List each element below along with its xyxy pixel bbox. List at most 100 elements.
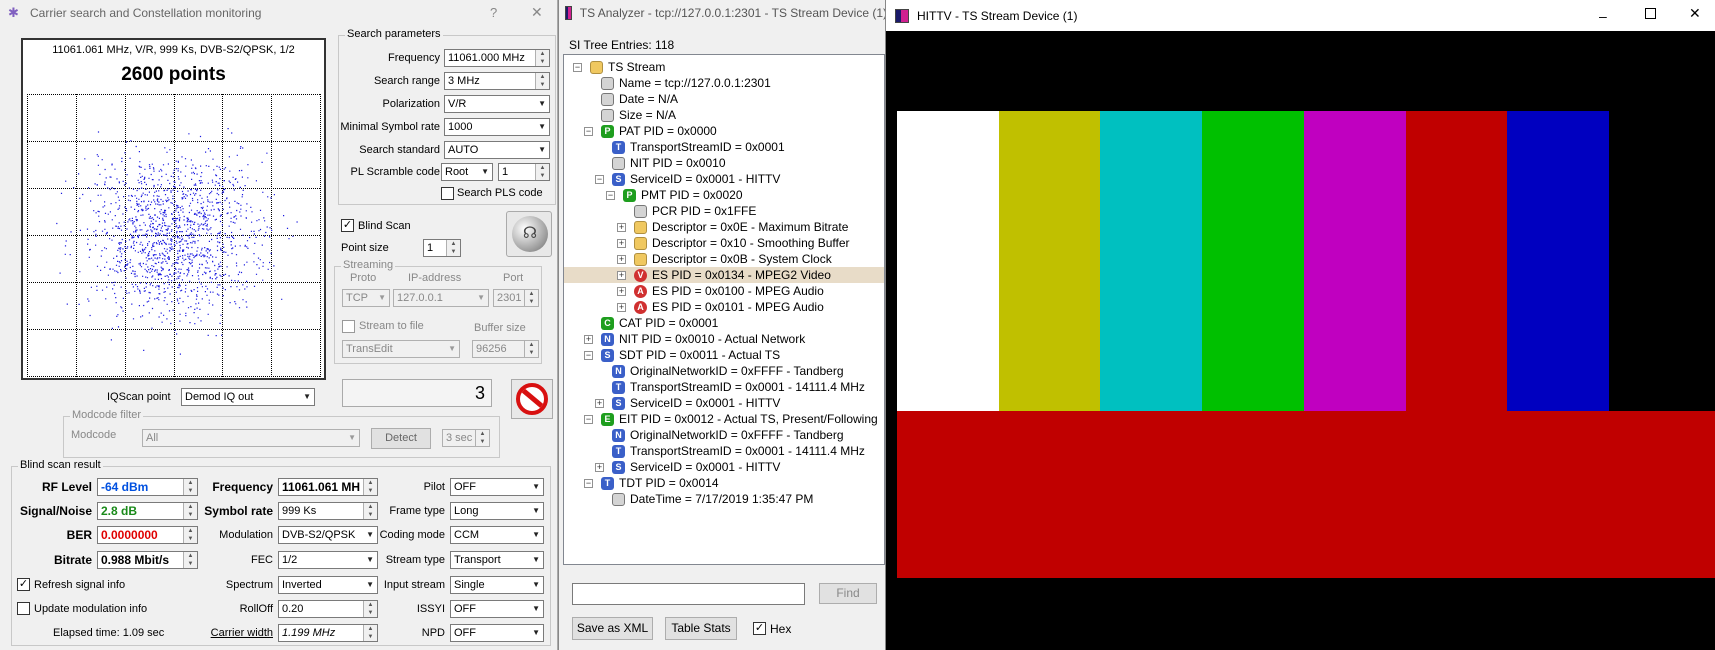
find-input[interactable] [572,583,805,605]
fec-select[interactable]: 1/2 [278,551,378,569]
expand-toggle[interactable]: + [595,463,604,472]
tree-node[interactable]: TS Stream [590,59,665,75]
port-input[interactable]: 2301 [493,289,539,307]
tree-node[interactable]: Descriptor = 0x0B - System Clock [634,251,832,267]
tree-node[interactable]: NIT PID = 0x0010 [612,155,726,171]
expand-toggle[interactable]: + [617,223,626,232]
modulation-select[interactable]: DVB-S2/QPSK [278,526,378,544]
tree-node[interactable]: T TDT PID = 0x0014 [601,475,719,491]
expand-toggle[interactable]: + [617,255,626,264]
table-stats-button[interactable]: Table Stats [665,617,737,640]
modcode-select[interactable]: All [142,429,360,447]
expand-toggle[interactable]: − [584,415,593,424]
tree-node-label: Descriptor = 0x10 - Smoothing Buffer [652,236,850,250]
buffer-size-input[interactable]: 96256 [472,340,539,358]
signal-noise-label: Signal/Noise [19,504,92,518]
refresh-signal-label: Refresh signal info [34,579,126,591]
stop-button[interactable] [511,379,553,419]
maximize-button[interactable] [1645,8,1656,19]
issyi-select[interactable]: OFF [450,600,544,618]
tree-node[interactable]: P PAT PID = 0x0000 [601,123,717,139]
stop-icon [516,383,548,415]
stream-type-select[interactable]: Transport [450,551,544,569]
coding-mode-select[interactable]: CCM [450,526,544,544]
stream-to-file-checkbox[interactable] [342,320,355,333]
min-symbol-rate-select[interactable]: 1000 [444,118,550,136]
iqscan-select[interactable]: Demod IQ out [181,388,315,406]
frequency-input[interactable]: 11061.000 MHz [444,49,550,67]
pilot-select[interactable]: OFF [450,478,544,496]
proto-select[interactable]: TCP [342,289,390,307]
tree-node[interactable]: E EIT PID = 0x0012 - Actual TS, Present/F… [601,411,878,427]
tree-node-label: ServiceID = 0x0001 - HITTV [630,396,781,410]
transedit-select[interactable]: TransEdit [342,340,460,358]
expand-toggle[interactable]: − [606,191,615,200]
expand-toggle[interactable]: − [573,63,582,72]
tree-node[interactable]: Date = N/A [601,91,678,107]
tree-node[interactable]: N NIT PID = 0x0010 - Actual Network [601,331,805,347]
tree-node[interactable]: S SDT PID = 0x0011 - Actual TS [601,347,780,363]
input-stream-select[interactable]: Single [450,576,544,594]
spectrum-select[interactable]: Inverted [278,576,378,594]
carrier-width-input[interactable]: 1.199 MHz [278,624,378,642]
expand-toggle[interactable]: + [584,335,593,344]
video-close-button[interactable]: ✕ [1689,5,1701,22]
tree-node[interactable]: Descriptor = 0x10 - Smoothing Buffer [634,235,850,251]
tree-node[interactable]: T TransportStreamID = 0x0001 [612,139,785,155]
npd-select[interactable]: OFF [450,624,544,642]
globe-button[interactable]: ☊ [506,211,552,257]
tree-node[interactable]: V ES PID = 0x0134 - MPEG2 Video [634,267,831,283]
expand-toggle[interactable]: − [584,127,593,136]
search-range-input[interactable]: 3 MHz [444,72,550,90]
refresh-signal-checkbox[interactable]: ✓ [17,578,30,591]
tree-node[interactable]: Descriptor = 0x0E - Maximum Bitrate [634,219,848,235]
expand-toggle[interactable]: + [617,303,626,312]
minimize-button[interactable]: – [1599,8,1607,24]
polarization-select[interactable]: V/R [444,95,550,113]
detect-button[interactable]: Detect [371,428,431,449]
tree-node[interactable]: PCR PID = 0x1FFE [634,203,756,219]
frame-type-select[interactable]: Long [450,502,544,520]
tree-node[interactable]: T TransportStreamID = 0x0001 - 14111.4 MH… [612,379,865,395]
pl-scramble-value-input[interactable]: 1 [498,163,550,181]
expand-toggle[interactable]: + [617,287,626,296]
expand-toggle[interactable]: − [584,351,593,360]
search-standard-select[interactable]: AUTO [444,141,550,159]
ip-select[interactable]: 127.0.0.1 [393,289,489,307]
update-modulation-checkbox[interactable] [17,602,30,615]
expand-toggle[interactable]: + [617,271,626,280]
tree-node[interactable]: A ES PID = 0x0101 - MPEG Audio [634,299,824,315]
detect-time-input[interactable]: 3 sec [442,429,490,447]
hex-checkbox[interactable]: ✓ [753,622,766,635]
save-xml-button[interactable]: Save as XML [572,617,653,640]
tree-node[interactable]: A ES PID = 0x0100 - MPEG Audio [634,283,824,299]
tree-node[interactable]: P PMT PID = 0x0020 [623,187,743,203]
table-v-icon: V [634,268,647,282]
tree-node[interactable]: Name = tcp://127.0.0.1:2301 [601,75,771,91]
tree-node[interactable]: S ServiceID = 0x0001 - HITTV [612,459,780,475]
carrier-width-label[interactable]: Carrier width [196,625,273,641]
expand-toggle[interactable]: + [595,399,604,408]
search-pls-checkbox[interactable] [441,187,454,200]
pl-scramble-mode-select[interactable]: Root [441,163,493,181]
expand-toggle[interactable]: + [617,239,626,248]
tree-node-label: ServiceID = 0x0001 - HITTV [630,172,781,186]
help-button[interactable]: ? [490,5,497,20]
tree-node[interactable]: C CAT PID = 0x0001 [601,315,718,331]
tree-node[interactable]: S ServiceID = 0x0001 - HITTV [612,395,780,411]
point-size-input[interactable]: 1 [423,239,461,257]
tree-node[interactable]: N OriginalNetworkID = 0xFFFF - Tandberg [612,427,844,443]
expand-toggle[interactable]: − [584,479,593,488]
blind-scan-checkbox[interactable]: ✓ [341,219,354,232]
tree-node[interactable]: S ServiceID = 0x0001 - HITTV [612,171,780,187]
tree-node[interactable]: Size = N/A [601,107,676,123]
si-tree[interactable]: − TS Stream Name = tcp://127.0.0.1:2301 Dat… [563,54,885,565]
tree-node[interactable]: T TransportStreamID = 0x0001 - 14111.4 MH… [612,443,865,459]
tree-node[interactable]: DateTime = 7/17/2019 1:35:47 PM [612,491,813,507]
rolloff-input[interactable]: 0.20 [278,600,378,618]
tree-node[interactable]: N OriginalNetworkID = 0xFFFF - Tandberg [612,363,844,379]
expand-toggle[interactable]: − [595,175,604,184]
table-p-icon: P [601,124,614,138]
find-button[interactable]: Find [819,583,877,604]
close-button[interactable]: ✕ [531,4,543,21]
